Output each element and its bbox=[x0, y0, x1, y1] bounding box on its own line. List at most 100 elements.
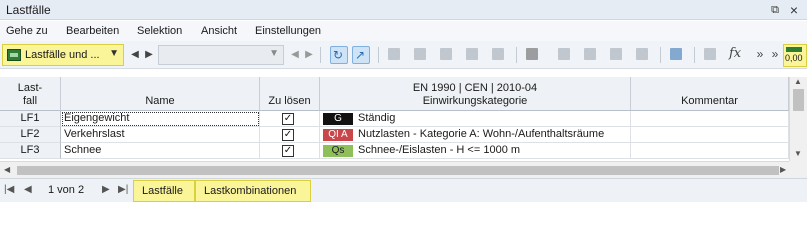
next-page-icon[interactable]: ▶ bbox=[102, 184, 110, 195]
row-category-cell[interactable]: Qs Schnee-/Eislasten - H <= 1000 m bbox=[320, 143, 631, 159]
category-label: Nutzlasten - Kategorie A: Wohn-/Aufentha… bbox=[358, 128, 605, 140]
toolbar-separator bbox=[694, 47, 695, 63]
copy-row-icon[interactable] bbox=[464, 46, 482, 64]
solve-checkbox[interactable]: ✓ bbox=[282, 129, 294, 141]
filter-dropdown[interactable]: ▼ bbox=[158, 45, 284, 65]
scroll-right-icon[interactable]: ▶ bbox=[780, 165, 786, 174]
move-row-icon[interactable] bbox=[490, 46, 508, 64]
toolbar-separator bbox=[320, 47, 321, 63]
more-tools-button[interactable]: » bbox=[752, 45, 768, 63]
toolbar-separator bbox=[378, 47, 379, 63]
vertical-scroll-thumb[interactable] bbox=[793, 89, 804, 111]
column-header-row-id[interactable]: Last- fall bbox=[0, 77, 61, 111]
solve-checkbox[interactable]: ✓ bbox=[282, 145, 294, 157]
horizontal-scrollbar[interactable]: ◀ ▶ bbox=[0, 161, 789, 178]
more-tools-button-2[interactable]: » bbox=[767, 45, 783, 63]
value-display-button[interactable]: 0,00 bbox=[783, 44, 807, 67]
toolbar-separator bbox=[516, 47, 517, 63]
table-row[interactable]: LF1 Eigengewicht ✓ G Ständig bbox=[0, 111, 789, 127]
export-rows-icon[interactable] bbox=[608, 46, 626, 64]
cut-row-icon[interactable] bbox=[556, 46, 574, 64]
add-row-icon[interactable] bbox=[438, 46, 456, 64]
toolbar-separator bbox=[660, 47, 661, 63]
row-comment[interactable] bbox=[631, 127, 789, 143]
column-header-solve[interactable]: Zu lösen bbox=[260, 77, 320, 111]
category-code-badge: QI A bbox=[323, 129, 353, 141]
tab-lastfaelle[interactable]: Lastfälle bbox=[133, 180, 195, 202]
chevron-down-icon: ▼ bbox=[269, 48, 279, 59]
column-header-category[interactable]: EN 1990 | CEN | 2010-04 Einwirkungskateg… bbox=[320, 77, 631, 111]
table-selector-label: Lastfälle und ... bbox=[25, 49, 100, 61]
scroll-corner bbox=[789, 161, 807, 178]
row-id: LF2 bbox=[0, 127, 61, 143]
horizontal-scroll-thumb[interactable] bbox=[17, 166, 779, 175]
previous-page-icon[interactable]: ◀ bbox=[24, 184, 32, 195]
chevron-down-icon: ▼ bbox=[109, 48, 119, 59]
formula-icon[interactable]: fx bbox=[729, 46, 741, 61]
next-table-button[interactable]: ▶ bbox=[141, 46, 157, 64]
refresh-selection-icon[interactable]: ↻ bbox=[330, 46, 348, 64]
row-comment[interactable] bbox=[631, 143, 789, 159]
vertical-scrollbar[interactable]: ▲ ▼ bbox=[789, 77, 807, 161]
last-page-icon[interactable]: ▶| bbox=[118, 184, 128, 195]
category-label: Ständig bbox=[358, 112, 396, 124]
column-header-solve-label: Zu lösen bbox=[268, 95, 311, 107]
row-solve-cell: ✓ bbox=[260, 111, 320, 127]
next-item-button[interactable]: ▶ bbox=[301, 46, 317, 64]
scroll-left-icon[interactable]: ◀ bbox=[4, 165, 10, 174]
first-page-icon[interactable]: |◀ bbox=[4, 184, 14, 195]
delete-row-icon[interactable] bbox=[524, 46, 542, 64]
scroll-down-icon[interactable]: ▼ bbox=[794, 149, 802, 158]
window-titlebar: Lastfälle ⧉ × bbox=[0, 0, 807, 20]
table-row[interactable]: LF3 Schnee ✓ Qs Schnee-/Eislasten - H <=… bbox=[0, 143, 789, 159]
category-code-badge: Qs bbox=[323, 145, 353, 157]
window-title: Lastfälle bbox=[6, 3, 51, 17]
row-name[interactable]: Verkehrslast bbox=[61, 127, 260, 143]
menu-einstellungen[interactable]: Einstellungen bbox=[255, 25, 321, 37]
column-layout-icon[interactable] bbox=[668, 46, 686, 64]
row-solve-cell: ✓ bbox=[260, 143, 320, 159]
menu-bearbeiten[interactable]: Bearbeiten bbox=[66, 25, 119, 37]
row-category-cell[interactable]: G Ständig bbox=[320, 111, 631, 127]
close-icon[interactable]: × bbox=[787, 3, 801, 17]
insert-row-icon[interactable] bbox=[412, 46, 430, 64]
category-code-badge: G bbox=[323, 113, 353, 125]
load-case-table: Last- fall Name Zu lösen EN 1990 | CEN |… bbox=[0, 77, 789, 161]
toolbar: Lastfälle und ... ▼ ◀ ▶ ▼ ◀ ▶ ↻ ↗ fx » »… bbox=[0, 41, 807, 69]
value-display-label: 0,00 bbox=[785, 53, 803, 63]
menu-ansicht[interactable]: Ansicht bbox=[201, 25, 237, 37]
restore-window-icon[interactable]: ⧉ bbox=[768, 3, 782, 17]
select-in-graphics-icon[interactable]: ↗ bbox=[352, 46, 370, 64]
table-tabs-bar: |◀ ◀ 1 von 2 ▶ ▶| Lastfälle Lastkombinat… bbox=[0, 178, 807, 202]
column-header-comment[interactable]: Kommentar bbox=[631, 77, 789, 111]
value-bar-icon bbox=[786, 47, 802, 52]
row-category-cell[interactable]: QI A Nutzlasten - Kategorie A: Wohn-/Auf… bbox=[320, 127, 631, 143]
table-view-icon[interactable] bbox=[386, 46, 404, 64]
column-header-category-label: Einwirkungskategorie bbox=[422, 95, 528, 107]
row-solve-cell: ✓ bbox=[260, 127, 320, 143]
column-header-row-id-line1: Last- bbox=[17, 82, 43, 94]
delete-selected-icon[interactable] bbox=[582, 46, 600, 64]
column-header-name-label: Name bbox=[145, 95, 175, 107]
menu-bar: Gehe zu Bearbeiten Selektion Ansicht Ein… bbox=[0, 21, 807, 41]
column-header-name[interactable]: Name bbox=[61, 77, 260, 111]
menu-selektion[interactable]: Selektion bbox=[137, 25, 182, 37]
menu-gehe-zu[interactable]: Gehe zu bbox=[6, 25, 48, 37]
page-info: 1 von 2 bbox=[48, 184, 85, 196]
load-case-table-icon bbox=[7, 49, 21, 61]
row-name[interactable]: Schnee bbox=[61, 143, 260, 159]
column-header-comment-label: Kommentar bbox=[681, 95, 738, 107]
column-header-category-standard: EN 1990 | CEN | 2010-04 bbox=[412, 82, 538, 94]
solve-checkbox[interactable]: ✓ bbox=[282, 113, 294, 125]
scroll-up-icon[interactable]: ▲ bbox=[794, 77, 802, 86]
tab-lastkombinationen[interactable]: Lastkombinationen bbox=[195, 180, 311, 202]
row-comment[interactable] bbox=[631, 111, 789, 127]
import-rows-icon[interactable] bbox=[634, 46, 652, 64]
row-id: LF1 bbox=[0, 111, 61, 127]
text-format-icon[interactable] bbox=[702, 46, 720, 64]
table-selector-dropdown[interactable]: Lastfälle und ... ▼ bbox=[2, 44, 124, 66]
table-row[interactable]: LF2 Verkehrslast ✓ QI A Nutzlasten - Kat… bbox=[0, 127, 789, 143]
tab-lastkombinationen-label: Lastkombinationen bbox=[204, 185, 297, 197]
row-id: LF3 bbox=[0, 143, 61, 159]
row-name[interactable]: Eigengewicht bbox=[61, 111, 260, 127]
